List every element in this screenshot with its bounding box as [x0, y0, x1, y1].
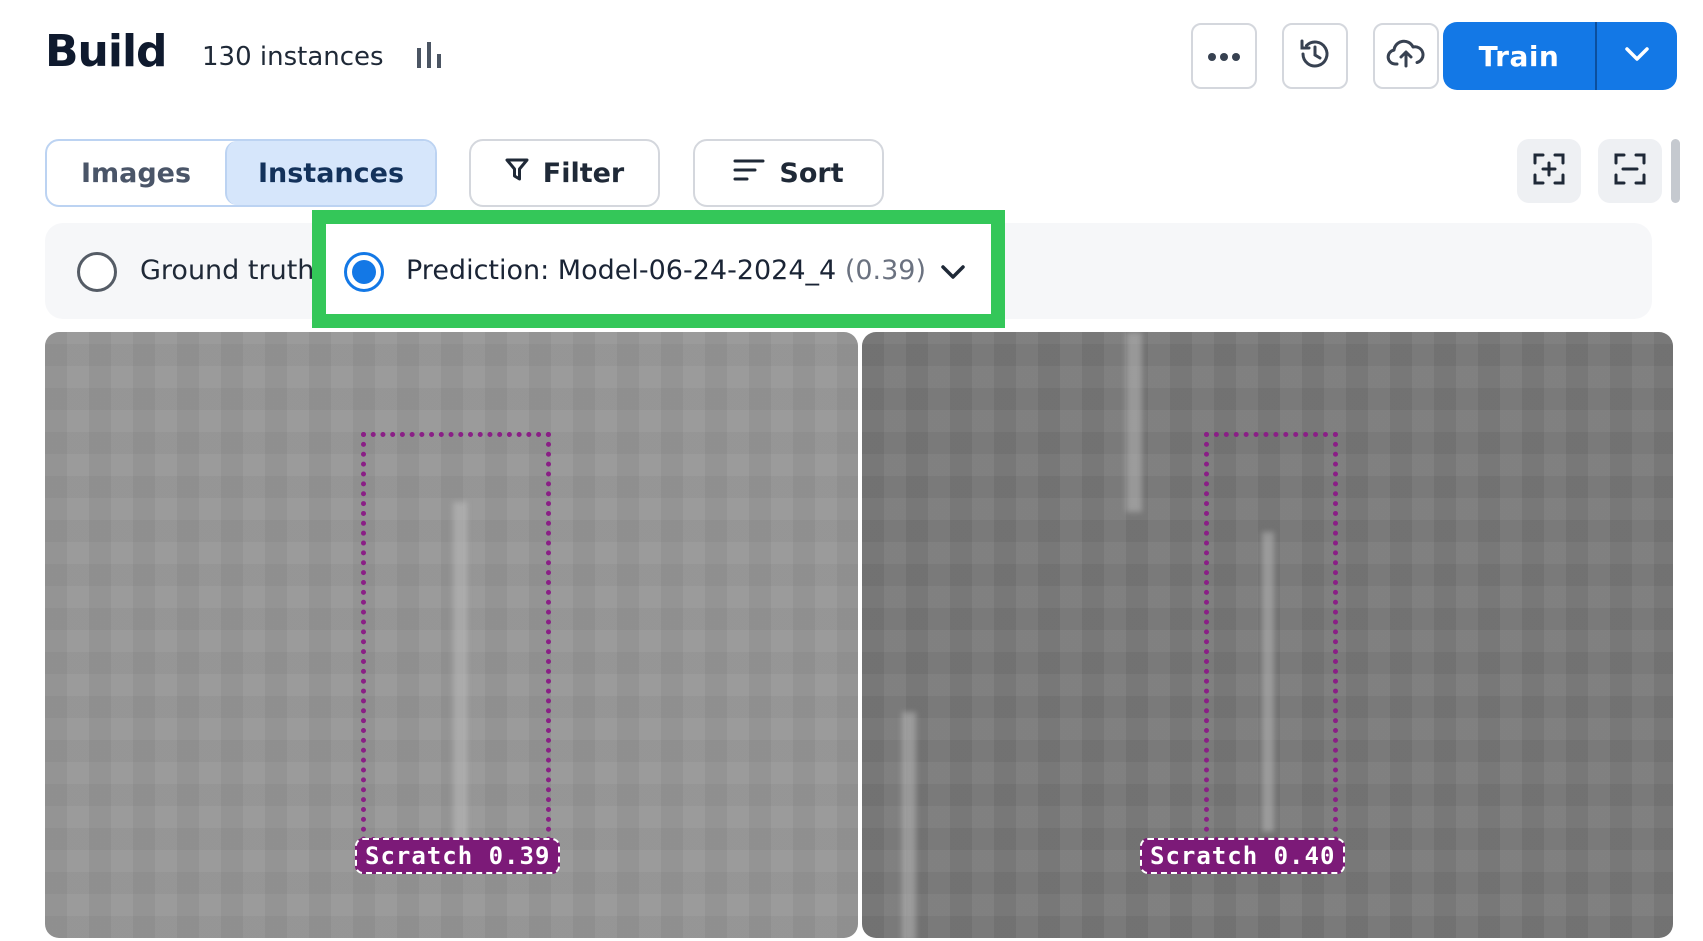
ground-truth-label[interactable]: Ground truth [140, 255, 314, 286]
tab-instances[interactable]: Instances [225, 141, 435, 205]
filter-label: Filter [542, 157, 625, 189]
bounding-box [361, 432, 551, 842]
sort-icon [733, 158, 765, 189]
prediction-label[interactable]: Prediction: Model-06-24-2024_4 (0.39) [406, 255, 926, 286]
sort-button[interactable]: Sort [693, 139, 884, 207]
prediction-model-name: Prediction: Model-06-24-2024_4 [406, 255, 837, 286]
instance-count: 130 instances [202, 42, 384, 72]
view-toggle: Images Instances [45, 139, 437, 207]
bbox-label: Scratch 0.40 [1140, 838, 1346, 874]
history-button[interactable] [1282, 23, 1348, 89]
remove-frame-icon [1613, 152, 1647, 190]
instance-tile[interactable]: Scratch 0.40 [862, 332, 1673, 938]
chevron-down-icon [1624, 46, 1650, 66]
scratch-streak [1126, 332, 1142, 512]
bbox-label: Scratch 0.39 [355, 838, 561, 874]
scratch-streak [902, 712, 916, 938]
train-button-group: Train [1443, 22, 1677, 90]
ground-truth-radio[interactable] [77, 252, 117, 292]
filter-button[interactable]: Filter [469, 139, 660, 207]
scrollbar-thumb[interactable] [1671, 139, 1680, 203]
prediction-radio[interactable] [344, 252, 384, 292]
prediction-score: (0.39) [844, 255, 926, 286]
add-frame-icon [1532, 152, 1566, 190]
history-icon [1297, 36, 1333, 76]
bounding-box [1204, 432, 1338, 842]
instance-tile[interactable]: Scratch 0.39 [45, 332, 858, 938]
bar-chart-icon[interactable] [414, 40, 446, 72]
radio-selected-dot [352, 260, 376, 284]
zoom-out-button[interactable] [1598, 139, 1662, 203]
train-dropdown-button[interactable] [1597, 22, 1677, 90]
filter-icon [505, 157, 529, 190]
zoom-in-button[interactable] [1517, 139, 1581, 203]
more-horizontal-icon [1207, 47, 1241, 66]
chevron-down-icon[interactable] [940, 262, 966, 282]
sort-label: Sort [779, 157, 844, 189]
page-title: Build [45, 26, 168, 77]
more-options-button[interactable] [1191, 23, 1257, 89]
upload-button[interactable] [1373, 23, 1439, 89]
tab-images[interactable]: Images [47, 141, 225, 205]
train-button[interactable]: Train [1443, 22, 1595, 90]
cloud-upload-icon [1386, 38, 1426, 74]
